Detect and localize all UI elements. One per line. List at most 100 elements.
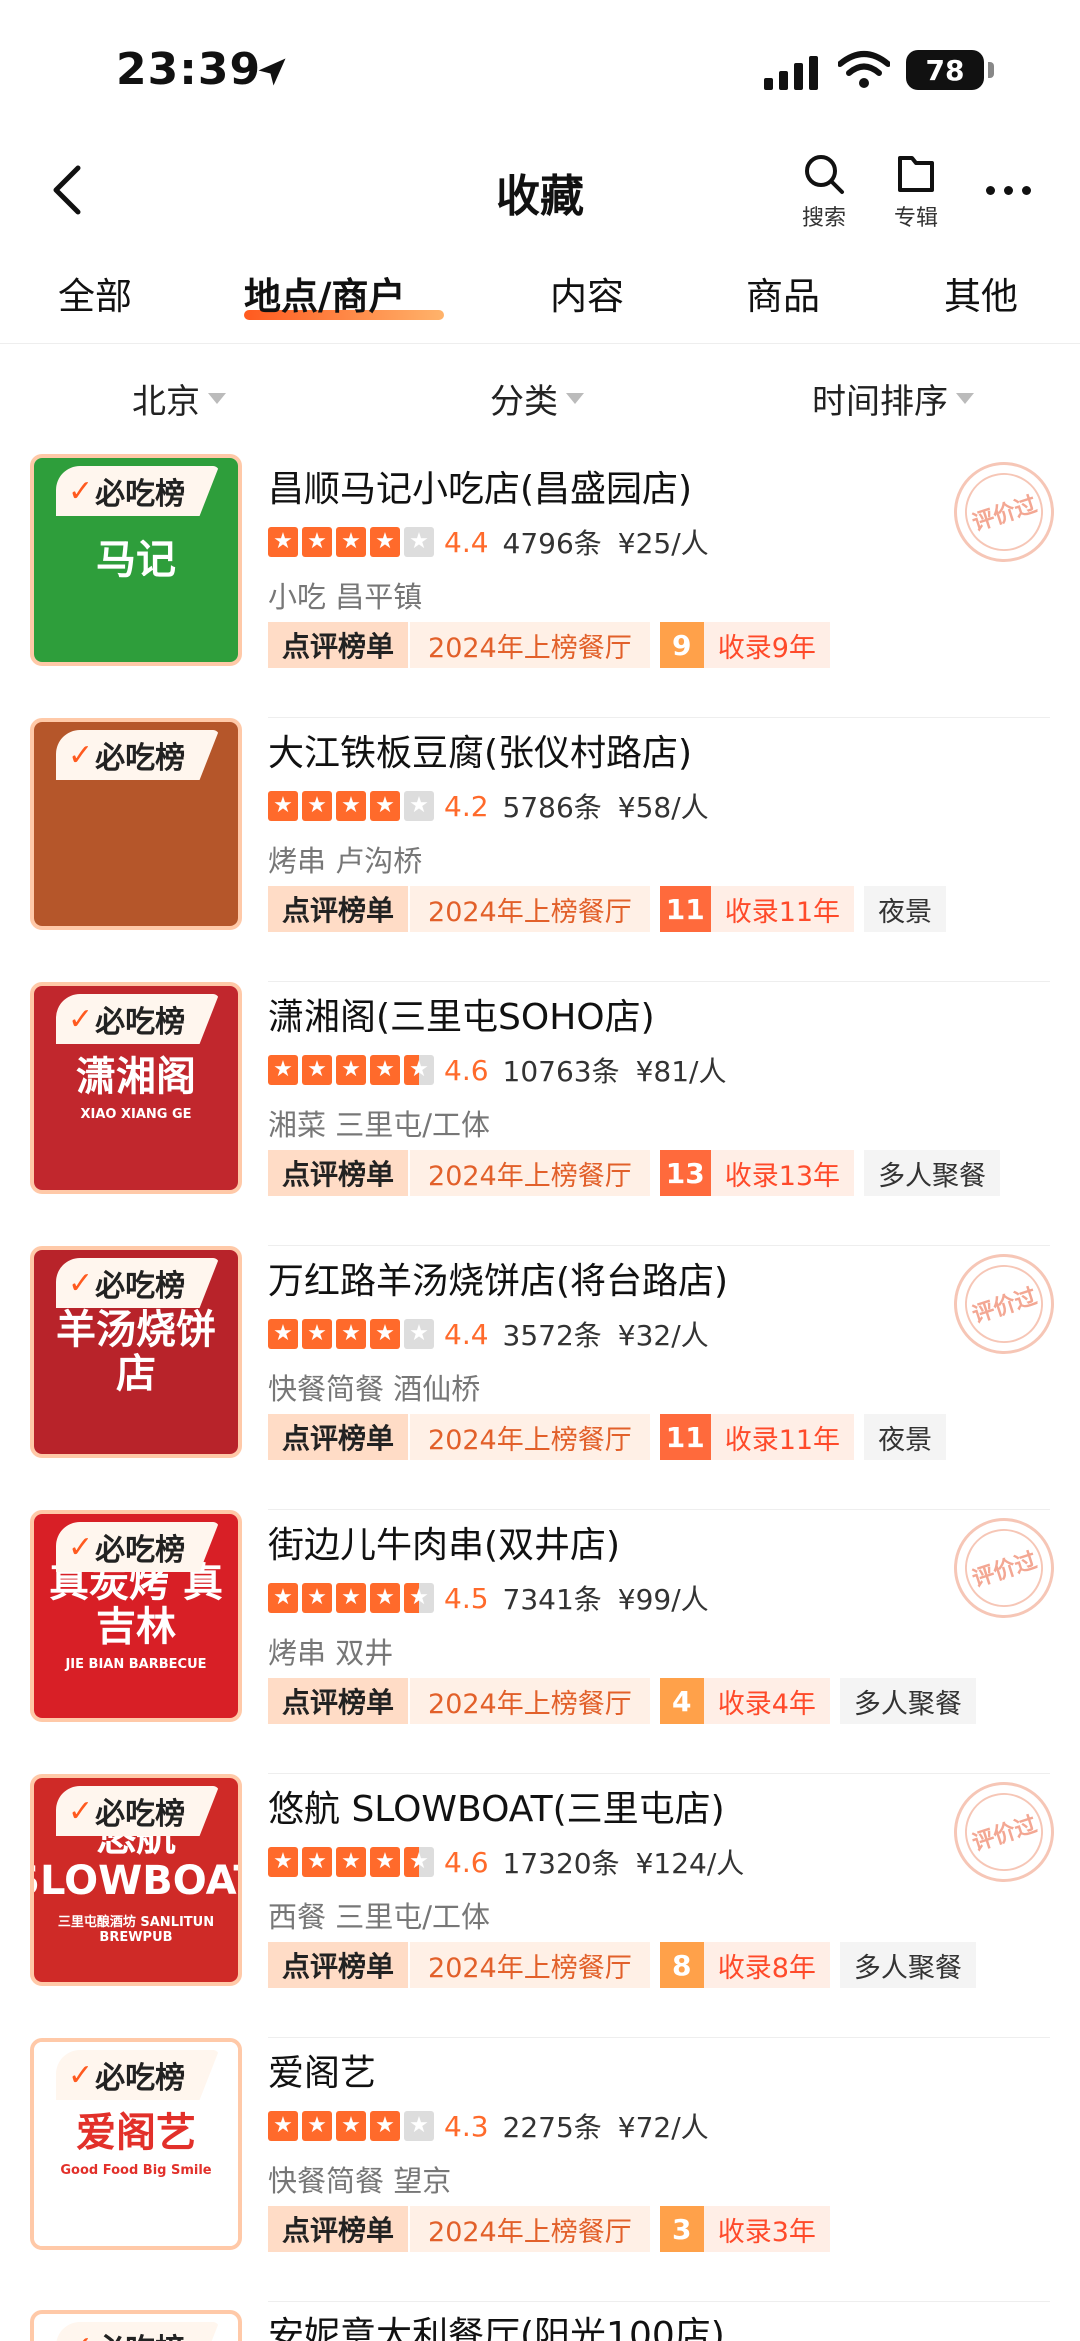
rank-list-chip[interactable]: 点评榜单 (268, 2206, 409, 2252)
status-time: 23:39 (116, 44, 262, 95)
list-item[interactable]: ✓ 必吃榜 大江铁板豆腐(张仪村路店) ★ ★ ★ ★ ★ 4.2 5786条 ¥58/人 烤串 卢沟… (0, 718, 1080, 982)
dropdown-icon (208, 393, 226, 404)
battery-tip (988, 62, 994, 78)
rating-row: ★ ★ ★ ★ ★ 4.6 10763条 ¥81/人 (268, 1050, 727, 1090)
shop-thumbnail[interactable]: 马记 ✓ 必吃榜 (30, 454, 242, 666)
years-count-chip: 3 (659, 2206, 704, 2252)
star-icon: ★ (268, 1319, 298, 1349)
check-icon: ✓ (68, 473, 94, 509)
tab-other[interactable]: 其他 (944, 266, 1018, 320)
rank-list-chip[interactable]: 点评榜单 (268, 1678, 409, 1724)
list-item[interactable]: 爱阁艺 Good Food Big Smile ✓ 必吃榜 爱阁艺 ★ ★ ★ ★ ★ 4.3 227… (0, 2038, 1080, 2302)
review-count: 2275条 (502, 2111, 602, 2144)
check-icon: ✓ (68, 1001, 94, 1037)
shop-thumbnail[interactable]: 悠航 SLOWBOAT三里屯酿酒坊 SANLITUN BREWPUB✓必吃榜 (30, 1774, 242, 1986)
record-chip: 收录9年 (703, 622, 830, 668)
must-eat-badge: ✓必吃榜 (56, 730, 220, 780)
shop-thumbnail: ✓必吃榜 (30, 2310, 242, 2341)
tab-products[interactable]: 商品 (746, 266, 820, 320)
list-item[interactable]: 马记 ✓ 必吃榜 昌顺马记小吃店(昌盛园店) ★ ★ ★ ★ ★ 4.4 4796条 ¥25/人小吃 … (0, 448, 1080, 718)
star-icon: ★ (370, 2111, 400, 2141)
feature-chip: 多人聚餐 (864, 1150, 1001, 1196)
shop-thumbnail[interactable]: 真炭烤 真吉林 JIE BIAN BARBECUE ✓ 必吃榜 (30, 1510, 242, 1722)
star-icon: ★ (336, 1319, 366, 1349)
search-button[interactable]: 搜索 (784, 150, 864, 232)
star-icon: ★ (336, 1847, 366, 1877)
tab-all[interactable]: 全部 (58, 266, 132, 320)
must-eat-badge: ✓必吃榜 (56, 466, 220, 516)
review-count: 4796条 (502, 527, 602, 560)
album-button[interactable]: 专辑 (876, 150, 956, 232)
honor-chips: 点评榜单 2024年上榜餐厅 11 收录11年 夜景 (268, 1414, 947, 1460)
rating-row: ★ ★ ★ ★ ★ 4.4 4796条 ¥25/人 (268, 522, 709, 562)
star-icon: ★ (404, 1319, 434, 1349)
avg-price: ¥81/人 (635, 1055, 727, 1088)
rank-list-chip[interactable]: 点评榜单 (268, 886, 409, 932)
thumb-subtitle: 三里屯酿酒坊 SANLITUN BREWPUB (57, 1915, 215, 1945)
star-icon: ★ (336, 791, 366, 821)
tab-content[interactable]: 内容 (550, 266, 624, 320)
rank-list-chip[interactable]: 点评榜单 (268, 622, 409, 668)
star-icon: ★ (268, 791, 298, 821)
star-icon: ★ (302, 791, 332, 821)
shop-thumbnail[interactable]: 潇湘阁 XIAO XIANG GE ✓ 必吃榜 (30, 982, 242, 1194)
list-item[interactable]: 悠航 SLOWBOAT三里屯酿酒坊 SANLITUN BREWPUB✓必吃榜悠航… (0, 1768, 1080, 2038)
feature-chip: 夜景 (864, 886, 947, 932)
years-count-chip: 11 (659, 886, 711, 932)
tab-places[interactable]: 地点/商户 (244, 266, 406, 320)
list-item-partial[interactable]: ✓必吃榜 安妮意大利餐厅(阳光100店) (0, 2296, 1080, 2341)
star-icon: ★ (302, 1055, 332, 1085)
search-label: 搜索 (801, 206, 846, 231)
review-count: 17320条 (502, 1847, 620, 1880)
shop-name: 安妮意大利餐厅(阳光100店) (268, 2315, 725, 2341)
shop-thumbnail[interactable]: ✓ 必吃榜 (30, 718, 242, 930)
sort-filter[interactable]: 时间排序 (812, 374, 974, 423)
thumb-title: 马记 (96, 537, 176, 583)
rank-list-chip[interactable]: 点评榜单 (268, 1414, 409, 1460)
feature-chip: 多人聚餐 (839, 1678, 976, 1724)
star-icon: ★ (370, 1847, 400, 1877)
shop-tags: 小吃 昌平镇 (268, 580, 423, 614)
sort-filter-label: 时间排序 (812, 382, 948, 422)
check-icon: ✓ (68, 1265, 94, 1301)
badge-label: 必吃榜 (95, 1005, 186, 1040)
rank-list-chip[interactable]: 点评榜单 (268, 1942, 409, 1988)
star-icon: ★ (404, 791, 434, 821)
year-chip: 2024年上榜餐厅 (410, 886, 650, 932)
star-icon: ★ (268, 527, 298, 557)
rating-score: 4.6 (444, 1845, 489, 1879)
rating-score: 4.4 (444, 525, 489, 559)
list-item[interactable]: 真炭烤 真吉林 JIE BIAN BARBECUE ✓ 必吃榜 街边儿牛肉串(双井店) ★… (0, 1504, 1080, 1774)
star-rating: ★ ★ ★ ★ ★ (268, 527, 434, 557)
thumb-title: 羊汤烧饼店 (56, 1307, 216, 1397)
year-chip: 2024年上榜餐厅 (410, 2206, 650, 2252)
honor-chips: 点评榜单 2024年上榜餐厅 13 收录13年 多人聚餐 (268, 1150, 1001, 1196)
category-filter[interactable]: 分类 (490, 374, 584, 423)
nav-bar: 收藏 搜索 专辑 (0, 140, 1080, 250)
shop-tags: 烤串 卢沟桥 (268, 844, 423, 878)
star-icon: ★ (336, 1583, 366, 1613)
review-count: 5786条 (502, 791, 602, 824)
star-icon: ★ (370, 1583, 400, 1613)
avg-price: ¥32/人 (617, 1319, 709, 1352)
signal-icon (764, 54, 818, 90)
shop-thumbnail[interactable]: 羊汤烧饼店 ✓ 必吃榜 (30, 1246, 242, 1458)
years-count-chip: 4 (659, 1678, 704, 1724)
wifi-icon (838, 51, 890, 88)
avg-price: ¥25/人 (617, 527, 709, 560)
filter-bar: 北京 分类 时间排序 (0, 368, 1080, 428)
dropdown-icon (566, 393, 584, 404)
list-item[interactable]: 潇湘阁 XIAO XIANG GE ✓ 必吃榜 潇湘阁(三里屯SOHO店) ★ ★ ★ ★ ★ 4.… (0, 982, 1080, 1246)
more-icon[interactable] (978, 170, 1038, 210)
category-filter-label: 分类 (490, 382, 558, 422)
rating-score: 4.2 (444, 789, 489, 823)
shop-thumbnail[interactable]: 爱阁艺 Good Food Big Smile ✓ 必吃榜 (30, 2038, 242, 2250)
list-item[interactable]: 羊汤烧饼店 ✓ 必吃榜 万红路羊汤烧饼店(将台路店) ★ ★ ★ ★ ★ 4.4 3572条 ¥32/… (0, 1240, 1080, 1510)
years-count-chip: 13 (659, 1150, 711, 1196)
shop-name: 昌顺马记小吃店(昌盛园店) (268, 469, 693, 510)
star-icon: ★ (302, 1583, 332, 1613)
star-icon: ★ (302, 527, 332, 557)
shop-name: 悠航 SLOWBOAT(三里屯店) (268, 1789, 725, 1830)
rank-list-chip[interactable]: 点评榜单 (268, 1150, 409, 1196)
city-filter[interactable]: 北京 (132, 374, 226, 423)
